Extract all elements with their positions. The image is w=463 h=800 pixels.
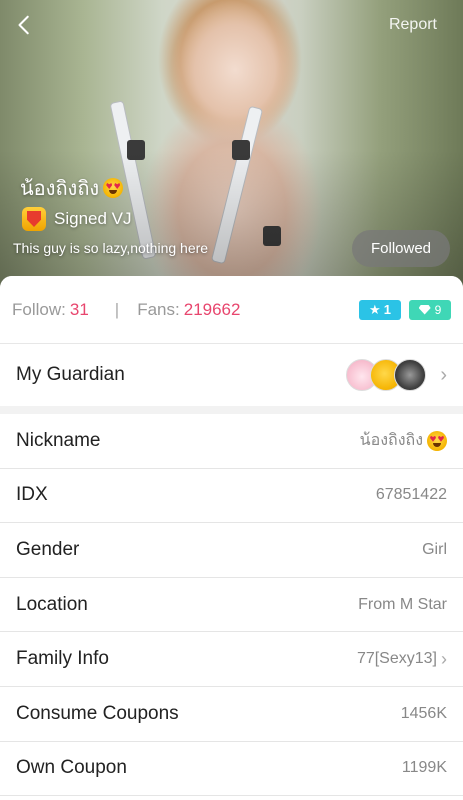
stats-bar: Follow: 31 | Fans: 219662 ★ 1 9 [0,276,463,344]
star-level-badge: ★ 1 [359,299,401,320]
gender-value: Girl [422,540,447,558]
back-button[interactable] [14,14,40,40]
idx-value: 67851422 [375,486,447,504]
info-row-location: Location From M Star [0,577,463,633]
chevron-right-icon: › [440,363,447,386]
profile-bio: This guy is so lazy,nothing here [13,240,209,256]
star-icon: ★ [369,301,381,317]
stats-separator: | [114,299,120,319]
own-coupon-label: Own Coupon [16,757,127,779]
chevron-right-icon: › [441,648,447,669]
own-coupon-value: 1199K [401,759,447,777]
cover-buckle-left [127,140,145,160]
idx-label: IDX [16,484,48,506]
location-label: Location [16,593,88,615]
guardian-avatars [346,359,427,391]
diamond-level-badge: 9 [409,299,451,320]
info-row-idx: IDX 67851422 [0,468,463,524]
follow-label[interactable]: Follow: [12,300,66,320]
info-row-consume-coupons: Consume Coupons 1456K [0,686,463,742]
nickname-label: Nickname [16,429,101,451]
info-row-own-coupon: Own Coupon 1199K [0,741,463,797]
signed-vj-badge: Signed VJ [22,207,132,231]
heart-eyes-emoji-icon [427,430,447,451]
fans-count[interactable]: 219662 [184,300,241,320]
nickname-value: น้องถิงถิง [360,428,447,453]
guardian-avatar-dark [394,359,427,391]
level-badges: ★ 1 9 [359,299,451,320]
cover-buckle-right [232,140,250,160]
fans-label[interactable]: Fans: [137,300,180,320]
family-info-label: Family Info [16,648,109,670]
consume-coupons-value: 1456K [400,704,447,722]
cover-strap-right [210,105,264,265]
consume-coupons-label: Consume Coupons [16,702,179,724]
gender-label: Gender [16,538,80,560]
location-value: From M Star [358,595,447,613]
chevron-left-icon [18,15,29,35]
signed-vj-label: Signed VJ [54,209,132,228]
shield-icon [22,207,46,231]
info-row-nickname: Nickname น้องถิงถิง [0,414,463,469]
family-info-value: 77[Sexy13] › [357,649,447,670]
profile-name: น้องถิงถิง [20,172,124,204]
report-button[interactable]: Report [389,16,437,34]
profile-name-text: น้องถิงถิง [20,178,100,200]
follow-count[interactable]: 31 [70,300,89,320]
info-row-gender: Gender Girl [0,523,463,578]
followed-button[interactable]: Followed [352,230,450,267]
my-guardian-label: My Guardian [16,364,125,385]
family-info-text: 77[Sexy13] [356,650,437,668]
star-level-value: 1 [383,302,391,317]
cover-buckle-lower [263,226,281,246]
my-guardian-row[interactable]: My Guardian › [0,344,463,414]
profile-details-card: Follow: 31 | Fans: 219662 ★ 1 9 My Guard… [0,276,463,800]
diamond-icon [418,304,431,315]
info-row-family-info[interactable]: Family Info 77[Sexy13] › [0,632,463,687]
nickname-text: น้องถิงถิง [359,432,423,450]
heart-eyes-emoji-icon [103,178,124,198]
diamond-level-value: 9 [434,302,442,317]
